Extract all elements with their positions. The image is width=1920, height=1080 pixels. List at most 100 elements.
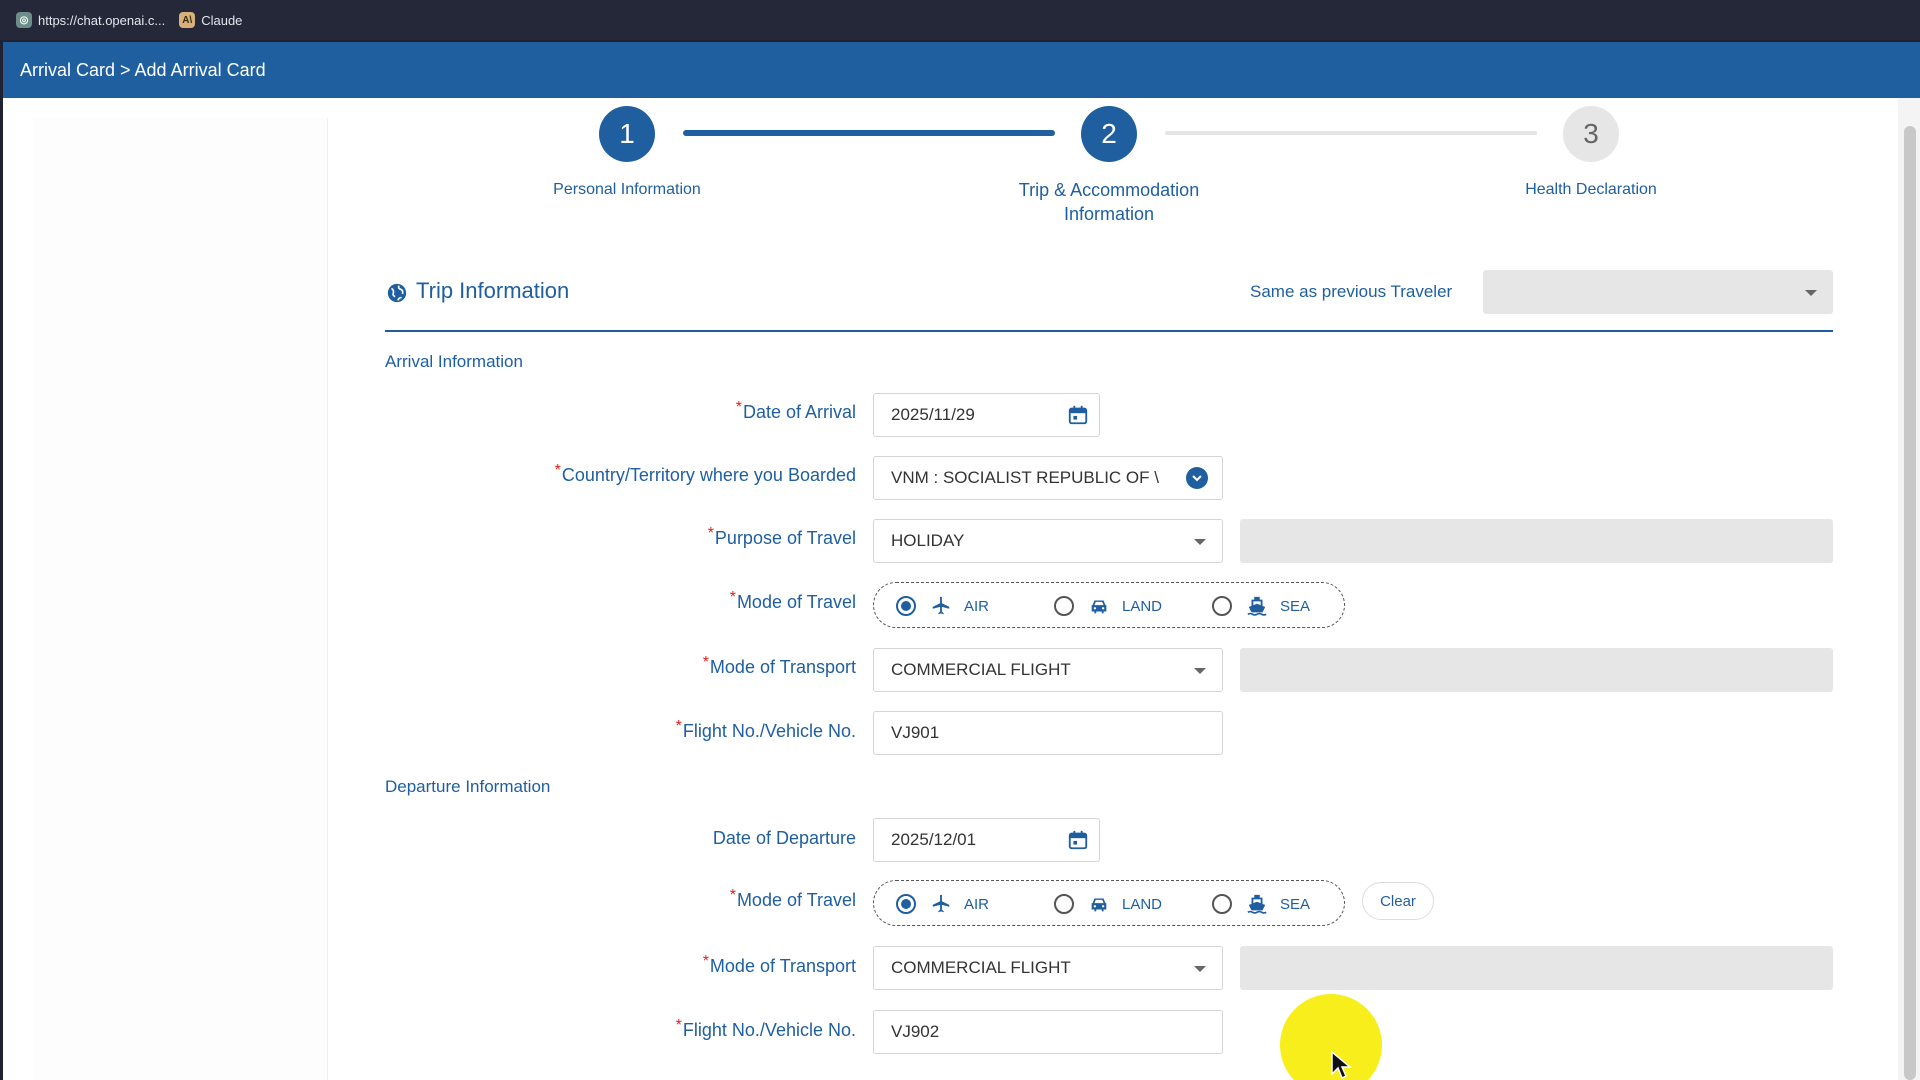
car-icon [1091,600,1107,614]
purpose-label-text: Purpose of Travel [714,528,856,548]
arrival-mode-land-option[interactable]: LAND [1054,595,1162,617]
radio-unselected[interactable] [1212,596,1232,616]
arrival-mode-sea-option[interactable]: SEA [1212,595,1310,617]
calendar-icon[interactable] [1067,404,1089,426]
car-icon [1091,898,1107,912]
departure-date-field[interactable]: 2025/12/01 [873,818,1100,862]
arrival-heading: Arrival Information [385,352,523,371]
chevron-down-icon [1805,290,1817,296]
radio-unselected[interactable] [1054,894,1074,914]
departure-mode-sea-option[interactable]: SEA [1212,893,1310,915]
bookmarks-bar: ◎ https://chat.openai.c... A\ Claude [0,0,1920,40]
step-connector-complete [683,130,1055,136]
bookmark-label: Claude [201,12,243,28]
required-mark: * [729,589,736,606]
bookmark-claude[interactable]: A\ Claude [179,12,242,28]
arrival-flight-label: *Flight No./Vehicle No. [675,718,856,742]
arrival-transport-other-field [1240,648,1833,692]
required-mark: * [702,654,709,671]
departure-date-value: 2025/12/01 [891,830,977,849]
clear-button[interactable]: Clear [1362,882,1434,920]
globe-icon [387,283,407,303]
sea-label: SEA [1280,597,1311,615]
arrival-mode-transport-label: *Mode of Transport [702,654,856,678]
step-1-circle[interactable]: 1 [599,106,655,162]
departure-heading: Departure Information [385,777,551,796]
same-as-previous-select[interactable] [1483,270,1833,314]
land-label: LAND [1122,597,1163,615]
radio-selected[interactable] [896,894,916,914]
air-label: AIR [964,895,990,913]
required-mark: * [702,953,709,970]
required-mark: * [729,887,736,904]
chevron-down-icon [1194,966,1206,972]
airplane-icon [932,894,950,913]
arrival-mode-travel-group: AIR LAND SEA [873,582,1345,628]
departure-mode-transport-label-text: Mode of Transport [709,956,856,976]
arrival-mode-transport-label-text: Mode of Transport [709,657,856,677]
country-boarded-select[interactable]: VNM : SOCIALIST REPUBLIC OF \ [873,456,1223,500]
arrival-mode-transport-select[interactable]: COMMERCIAL FLIGHT [873,648,1223,692]
arrival-date-label: *Date of Arrival [735,399,856,423]
departure-mode-transport-select[interactable]: COMMERCIAL FLIGHT [873,946,1223,990]
left-panel [33,118,328,1080]
arrival-flight-value: VJ901 [891,723,940,742]
bookmark-chatgpt[interactable]: ◎ https://chat.openai.c... [16,12,165,28]
air-label: AIR [964,597,990,615]
step-1-label: Personal Information [553,181,701,198]
arrival-flight-label-text: Flight No./Vehicle No. [682,721,856,741]
country-boarded-label-text: Country/Territory where you Boarded [561,465,856,485]
radio-selected[interactable] [896,596,916,616]
departure-mode-travel-label: *Mode of Travel [729,887,856,911]
scrollbar-thumb[interactable] [1904,126,1916,1080]
departure-flight-input[interactable]: VJ902 [873,1010,1223,1054]
section-divider [385,330,1833,332]
chevron-down-icon [1194,539,1206,545]
required-mark: * [675,718,682,735]
departure-flight-label-text: Flight No./Vehicle No. [682,1020,856,1040]
step-2-label-line2: Information [1063,204,1155,224]
purpose-label: *Purpose of Travel [707,525,856,549]
departure-date-label: Date of Departure [712,828,856,848]
bookmark-label: https://chat.openai.c... [38,12,166,28]
step-2-circle[interactable]: 2 [1081,106,1137,162]
chat-favicon-icon: ◎ [16,12,32,28]
step-2-label: Trip & Accommodation Information [979,178,1239,226]
departure-transport-other-field [1240,946,1833,990]
departure-mode-land-option[interactable]: LAND [1054,893,1162,915]
arrival-date-label-text: Date of Arrival [742,402,856,422]
land-label: LAND [1122,895,1163,913]
required-mark: * [735,399,742,416]
step-connector-pending [1165,131,1537,135]
purpose-other-field [1240,519,1833,563]
departure-mode-travel-label-text: Mode of Travel [736,890,856,910]
radio-unselected[interactable] [1212,894,1232,914]
arrival-mode-transport-value: COMMERCIAL FLIGHT [891,660,1071,679]
arrival-date-value: 2025/11/29 [891,405,975,424]
departure-mode-travel-group: AIR LAND SEA [873,880,1345,926]
step-2-label-line1: Trip & Accommodation [1018,180,1200,200]
sea-label: SEA [1280,895,1311,913]
arrival-flight-input[interactable]: VJ901 [873,711,1223,755]
purpose-select[interactable]: HOLIDAY [873,519,1223,563]
country-boarded-value: VNM : SOCIALIST REPUBLIC OF \ [891,468,1159,487]
required-mark: * [554,462,561,479]
step-3-circle[interactable]: 3 [1563,106,1619,162]
arrival-date-field[interactable]: 2025/11/29 [873,393,1100,437]
app-header: Arrival Card > Add Arrival Card [3,42,1920,98]
calendar-icon[interactable] [1067,829,1089,851]
section-title: Trip Information [416,278,570,303]
same-as-previous-label: Same as previous Traveler [1250,282,1453,301]
chevron-down-icon [1194,668,1206,674]
required-mark: * [707,525,714,542]
departure-mode-air-option[interactable]: AIR [896,893,989,915]
arrival-mode-travel-label-text: Mode of Travel [736,592,856,612]
radio-unselected[interactable] [1054,596,1074,616]
purpose-value: HOLIDAY [891,531,965,550]
departure-flight-value: VJ902 [891,1022,940,1041]
ship-icon [1247,596,1267,616]
departure-mode-transport-label: *Mode of Transport [702,953,856,977]
arrival-mode-air-option[interactable]: AIR [896,595,989,617]
scrollbar[interactable] [1898,98,1920,1080]
chevron-down-icon [1186,467,1208,489]
